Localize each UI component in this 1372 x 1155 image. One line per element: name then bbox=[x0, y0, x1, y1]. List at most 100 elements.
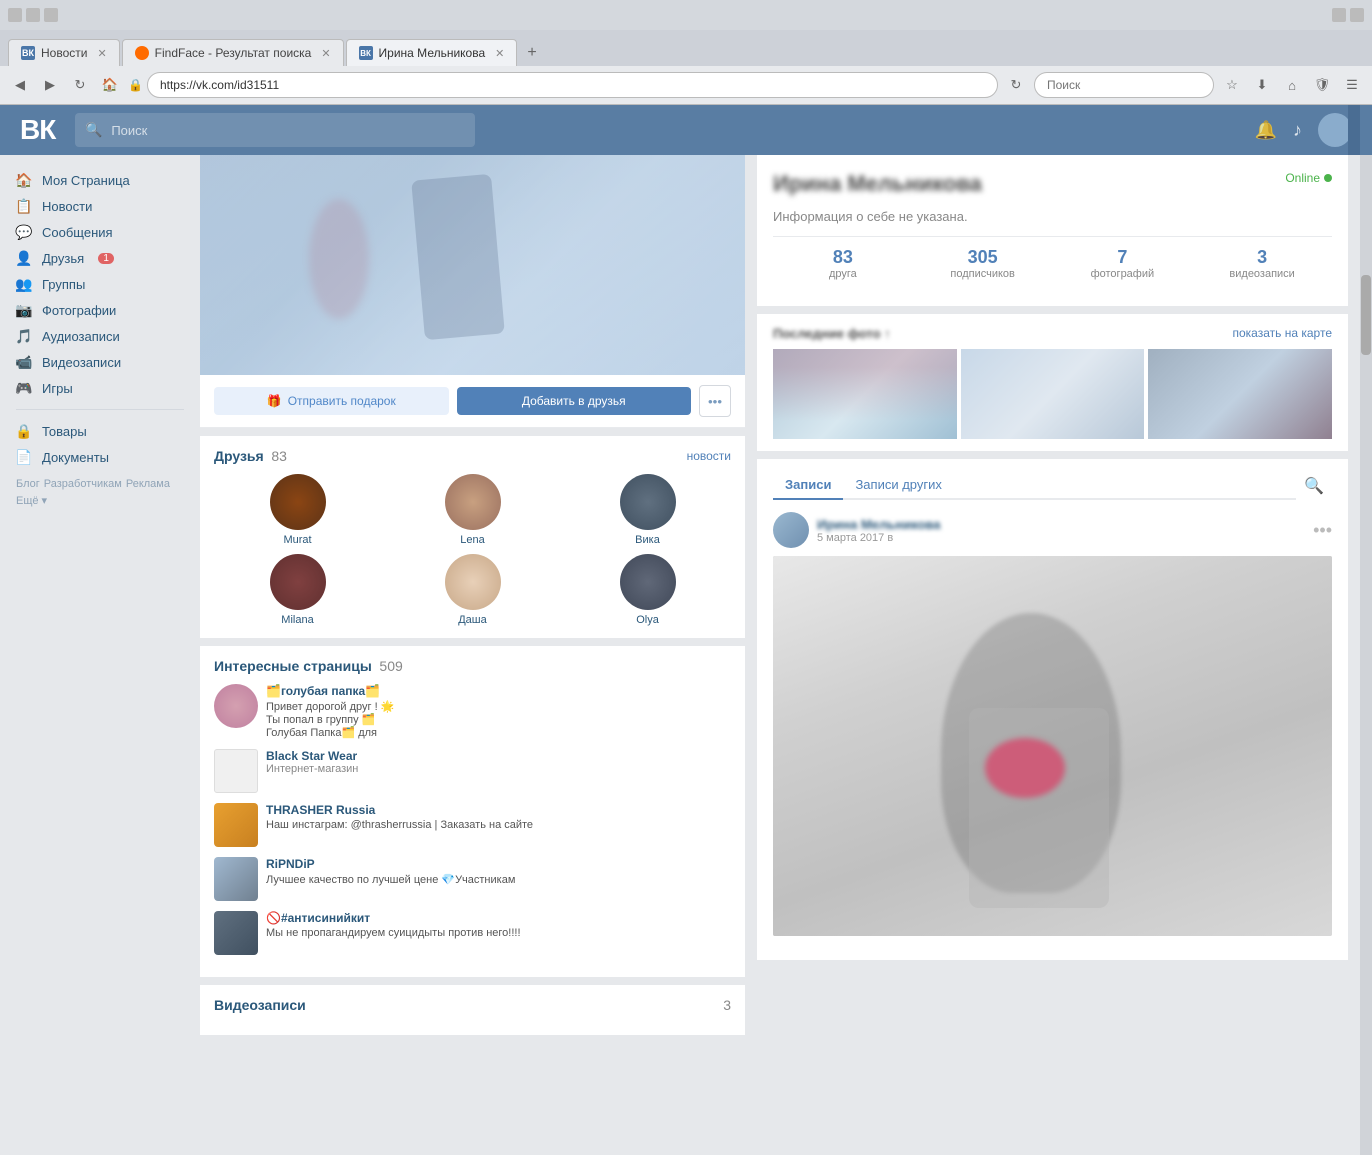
forward-button[interactable]: ▶ bbox=[38, 73, 62, 97]
interesting-text-2: THRASHER Russia Наш инстаграм: @thrasher… bbox=[266, 803, 533, 831]
home-icon: 🏠 bbox=[16, 172, 32, 188]
gift-label: Отправить подарок bbox=[288, 394, 396, 408]
friend-item-lena[interactable]: Lena bbox=[389, 474, 556, 546]
vk-search-input[interactable] bbox=[75, 113, 475, 147]
photos-section-title[interactable]: Последние фото ↑ bbox=[773, 326, 891, 341]
user-avatar[interactable] bbox=[1318, 113, 1352, 147]
interesting-avatar-0[interactable] bbox=[214, 684, 258, 728]
friends-header: Друзья 83 новости bbox=[214, 448, 731, 464]
interesting-avatar-4[interactable] bbox=[214, 911, 258, 955]
sidebar-item-video[interactable]: 📹 Видеозаписи bbox=[16, 349, 184, 375]
docs-icon: 📄 bbox=[16, 449, 32, 465]
sidebar-item-groups[interactable]: 👥 Группы bbox=[16, 271, 184, 297]
refresh-btn2[interactable]: ↻ bbox=[1004, 73, 1028, 97]
sidebar-item-friends[interactable]: 👤 Друзья 1 bbox=[16, 245, 184, 271]
add-friend-button[interactable]: Добавить в друзья bbox=[457, 387, 692, 415]
interesting-item-4: 🚫#антисинийкит Мы не пропагандируем суиц… bbox=[214, 911, 731, 955]
sidebar-item-my-page[interactable]: 🏠 Моя Страница bbox=[16, 167, 184, 193]
sidebar-item-audio[interactable]: 🎵 Аудиозаписи bbox=[16, 323, 184, 349]
vk-search-wrap: 🔍 bbox=[75, 113, 475, 147]
download-button[interactable]: ⬇ bbox=[1250, 73, 1274, 97]
stat-videos[interactable]: 3 видеозаписи bbox=[1192, 247, 1332, 280]
tab-news-close[interactable]: ✕ bbox=[97, 47, 106, 60]
footer-dev[interactable]: Разработчикам bbox=[44, 478, 122, 490]
home-button[interactable]: 🏠 bbox=[98, 73, 122, 97]
tab-findface[interactable]: FindFace - Результат поиска ✕ bbox=[122, 39, 344, 66]
friend-avatar-vika bbox=[620, 474, 676, 530]
stat-subscribers[interactable]: 305 подписчиков bbox=[913, 247, 1053, 280]
sidebar-item-photos[interactable]: 📷 Фотографии bbox=[16, 297, 184, 323]
sidebar-label-video: Видеозаписи bbox=[42, 355, 121, 370]
sidebar-item-messages[interactable]: 💬 Сообщения bbox=[16, 219, 184, 245]
sidebar-label-my-page: Моя Страница bbox=[42, 173, 130, 188]
vk-logo[interactable]: ВК bbox=[20, 114, 55, 146]
friend-item-olya[interactable]: Olya bbox=[564, 554, 731, 626]
notifications-icon[interactable]: 🔔 bbox=[1255, 120, 1277, 141]
gift-button[interactable]: 🎁 Отправить подарок bbox=[214, 387, 449, 415]
friend-item-murat[interactable]: Murat bbox=[214, 474, 381, 546]
title-bar-close[interactable] bbox=[44, 8, 58, 22]
interesting-name-0[interactable]: 🗂️голубая папка🗂️ bbox=[266, 684, 394, 698]
wall-post-image[interactable] bbox=[773, 556, 1332, 936]
footer-more[interactable]: Ещё ▾ bbox=[16, 494, 47, 507]
menu-button[interactable]: ☰ bbox=[1340, 73, 1364, 97]
friend-item-vika[interactable]: Вика bbox=[564, 474, 731, 546]
bookmark-button[interactable]: ☆ bbox=[1220, 73, 1244, 97]
tab-profile[interactable]: ВК Ирина Мельникова ✕ bbox=[346, 39, 518, 66]
footer-ads[interactable]: Реклама bbox=[126, 478, 170, 490]
photos-map-link[interactable]: показать на карте bbox=[1233, 326, 1333, 341]
wall-post-name[interactable]: Ирина Мельникова bbox=[817, 517, 940, 532]
footer-blog[interactable]: Блог bbox=[16, 478, 40, 490]
interesting-text-1: Black Star Wear Интернет-магазин bbox=[266, 749, 358, 775]
friend-item-milana[interactable]: Milana bbox=[214, 554, 381, 626]
interesting-title[interactable]: Интересные страницы bbox=[214, 658, 372, 674]
music-icon[interactable]: ♪ bbox=[1293, 120, 1302, 141]
interesting-avatar-1[interactable] bbox=[214, 749, 258, 793]
address-bar: ◀ ▶ ↻ 🏠 🔒 ↻ ☆ ⬇ ⌂ 🛡 ☰ bbox=[0, 66, 1372, 104]
stat-friends[interactable]: 83 друга bbox=[773, 247, 913, 280]
sidebar-item-store[interactable]: 🔒 Товары bbox=[16, 418, 184, 444]
wall-tab-own[interactable]: Записи bbox=[773, 471, 843, 500]
photo-thumb-1[interactable] bbox=[773, 349, 957, 439]
friend-item-dasha[interactable]: Даша bbox=[389, 554, 556, 626]
interesting-name-4[interactable]: 🚫#антисинийкит bbox=[266, 911, 521, 925]
wall-post-more-btn[interactable]: ••• bbox=[1313, 520, 1332, 541]
wall-tab-others-label: Записи других bbox=[855, 477, 941, 492]
interesting-avatar-3[interactable] bbox=[214, 857, 258, 901]
address-input[interactable] bbox=[147, 72, 998, 98]
interesting-name-1[interactable]: Black Star Wear bbox=[266, 749, 358, 763]
sidebar-item-news[interactable]: 📋 Новости bbox=[16, 193, 184, 219]
wall-post-avatar[interactable] bbox=[773, 512, 809, 548]
profile-info-card: Ирина Мельникова Online Информация о себ… bbox=[757, 155, 1348, 306]
videos-title[interactable]: Видеозаписи bbox=[214, 997, 306, 1013]
tab-findface-close[interactable]: ✕ bbox=[321, 47, 330, 60]
stat-photos[interactable]: 7 фотографий bbox=[1053, 247, 1193, 280]
browser-search-input[interactable] bbox=[1034, 72, 1214, 98]
tab-profile-close[interactable]: ✕ bbox=[495, 47, 504, 60]
tab-findface-icon bbox=[135, 46, 149, 60]
interesting-name-2[interactable]: THRASHER Russia bbox=[266, 803, 533, 817]
friends-title-text[interactable]: Друзья bbox=[214, 448, 264, 464]
scrollbar-thumb[interactable] bbox=[1361, 275, 1371, 355]
sidebar-item-games[interactable]: 🎮 Игры bbox=[16, 375, 184, 401]
sidebar-item-docs[interactable]: 📄 Документы bbox=[16, 444, 184, 470]
photo-thumb-2[interactable] bbox=[961, 349, 1145, 439]
photo-thumb-3[interactable] bbox=[1148, 349, 1332, 439]
title-bar bbox=[0, 0, 1372, 30]
interesting-name-3[interactable]: RiPNDiP bbox=[266, 857, 515, 871]
more-button[interactable]: ••• bbox=[699, 385, 731, 417]
tab-add-button[interactable]: + bbox=[519, 40, 544, 66]
home-btn2[interactable]: ⌂ bbox=[1280, 73, 1304, 97]
wall-tab-others[interactable]: Записи других bbox=[843, 471, 953, 500]
back-button[interactable]: ◀ bbox=[8, 73, 32, 97]
title-bar-btn2[interactable] bbox=[1332, 8, 1346, 22]
wall-search-button[interactable]: 🔍 bbox=[1296, 476, 1332, 496]
shield-button[interactable]: 🛡 bbox=[1310, 73, 1334, 97]
title-bar-restore[interactable] bbox=[26, 8, 40, 22]
friends-news-link[interactable]: новости bbox=[687, 449, 731, 463]
title-bar-btn3[interactable] bbox=[1350, 8, 1364, 22]
refresh-button[interactable]: ↻ bbox=[68, 73, 92, 97]
tab-news[interactable]: ВК Новости ✕ bbox=[8, 39, 120, 66]
title-bar-minimize[interactable] bbox=[8, 8, 22, 22]
interesting-avatar-2[interactable] bbox=[214, 803, 258, 847]
